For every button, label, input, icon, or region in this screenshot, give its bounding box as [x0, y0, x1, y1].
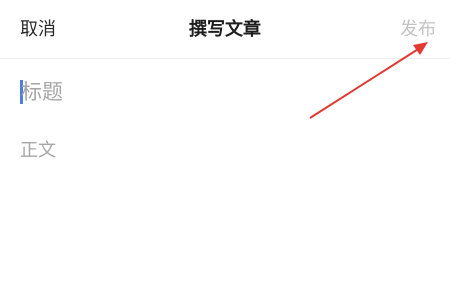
nav-bar: 取消 撰写文章 发布 [0, 0, 450, 59]
body-input[interactable]: 正文 [20, 138, 430, 164]
title-placeholder: 标题 [21, 80, 63, 104]
page-title: 撰写文章 [189, 19, 261, 40]
title-input[interactable]: 标题 [20, 76, 430, 108]
publish-button[interactable]: 发布 [400, 18, 436, 42]
body-placeholder: 正文 [20, 140, 56, 161]
